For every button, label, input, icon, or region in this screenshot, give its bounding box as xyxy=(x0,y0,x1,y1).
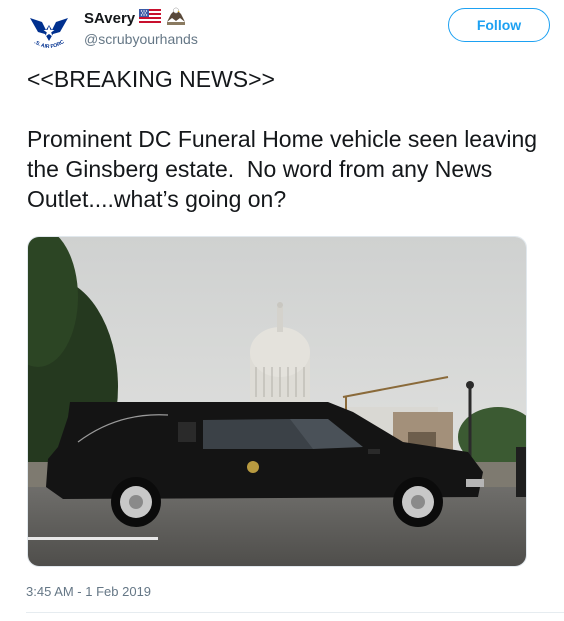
air-force-logo-icon: U.S. AIR FORCE xyxy=(26,8,68,50)
tweet-header: U.S. AIR FORCE SAvery xyxy=(0,0,564,60)
user-handle[interactable]: @scrubyourhands xyxy=(84,31,198,47)
us-flag-icon xyxy=(139,8,162,29)
follow-button[interactable]: Follow xyxy=(448,8,550,42)
name-row: SAvery xyxy=(84,6,187,31)
tweet-photo[interactable] xyxy=(27,236,527,567)
display-name[interactable]: SAvery xyxy=(84,10,135,27)
eagle-icon xyxy=(165,6,187,31)
hearse-photo xyxy=(28,237,526,566)
tweet-text: <<BREAKING NEWS>> Prominent DC Funeral H… xyxy=(27,66,538,212)
divider xyxy=(26,612,564,613)
avatar[interactable]: U.S. AIR FORCE xyxy=(26,8,72,54)
tweet-timestamp[interactable]: 3:45 AM - 1 Feb 2019 xyxy=(26,584,151,599)
